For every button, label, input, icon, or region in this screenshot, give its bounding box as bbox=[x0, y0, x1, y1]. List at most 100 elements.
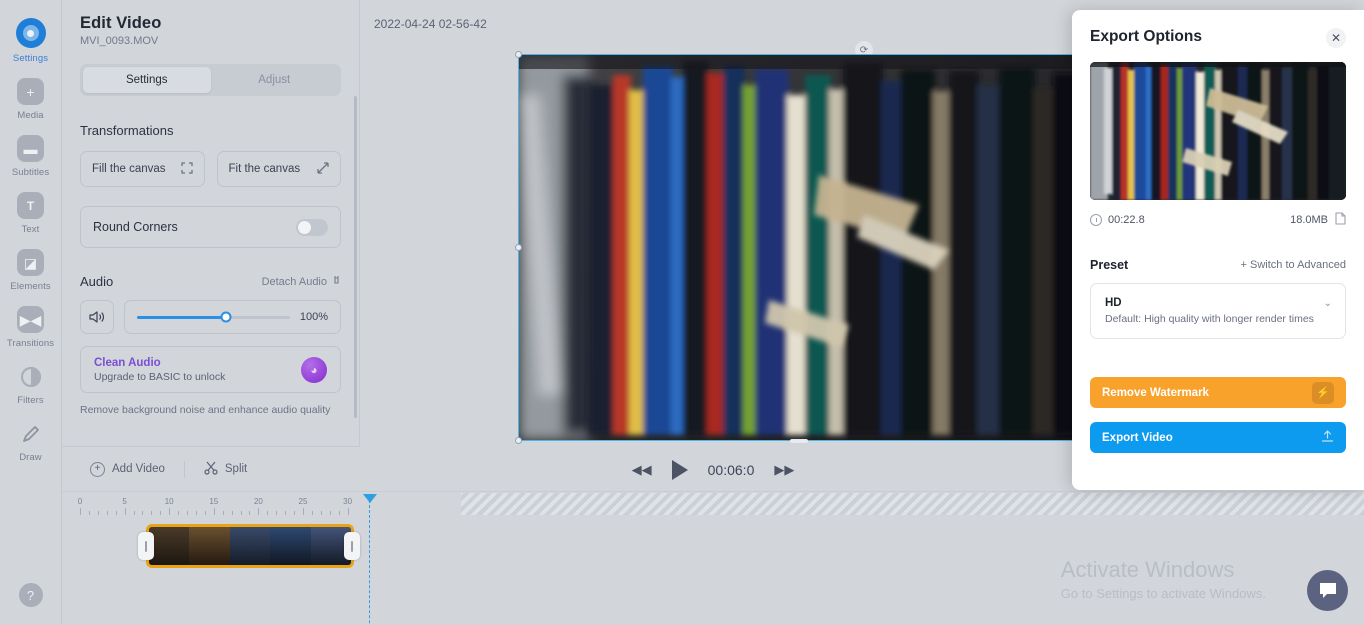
tab-adjust[interactable]: Adjust bbox=[211, 67, 339, 93]
speaker-icon[interactable] bbox=[80, 300, 114, 334]
rail-item-elements[interactable]: ◪ Elements bbox=[0, 249, 62, 292]
ruler-tick bbox=[267, 511, 269, 515]
rail-label: Elements bbox=[10, 281, 51, 292]
timeline-out-of-range bbox=[461, 493, 1364, 515]
resize-handle-bottom-left[interactable] bbox=[515, 437, 522, 444]
page-title: Edit Video bbox=[80, 14, 162, 32]
ruler-label: 10 bbox=[164, 497, 174, 506]
rail-item-transitions[interactable]: ▶◀ Transitions bbox=[0, 306, 62, 349]
ruler-tick bbox=[213, 508, 215, 515]
rail-item-text[interactable]: T Text bbox=[0, 192, 62, 235]
fill-canvas-label: Fill the canvas bbox=[92, 163, 166, 175]
ruler-tick bbox=[222, 511, 224, 515]
ruler-tick bbox=[249, 511, 251, 515]
rail-item-draw[interactable]: Draw bbox=[0, 420, 62, 463]
chevron-down-icon: ⌄ bbox=[1323, 298, 1332, 309]
filters-contrast-icon bbox=[17, 363, 44, 390]
clip-trim-handle-right[interactable] bbox=[344, 532, 360, 560]
text-t-icon: T bbox=[17, 192, 44, 219]
transitions-icon: ▶◀ bbox=[17, 306, 44, 333]
ruler-tick bbox=[151, 511, 153, 515]
switch-to-advanced-link[interactable]: + Switch to Advanced bbox=[1241, 259, 1346, 271]
video-selection-frame[interactable] bbox=[515, 51, 1083, 444]
left-icon-rail: Settings + Media ▬ Subtitles T Text ◪ El… bbox=[0, 0, 62, 625]
clean-audio-title: Clean Audio bbox=[94, 356, 161, 369]
clock-icon bbox=[1090, 214, 1102, 226]
play-icon[interactable] bbox=[671, 459, 688, 480]
properties-panel: Edit Video MVI_0093.MOV Settings Adjust … bbox=[62, 0, 360, 447]
playhead-cap[interactable] bbox=[363, 494, 378, 503]
ruler-tick bbox=[285, 511, 287, 515]
ruler-tick bbox=[169, 508, 171, 515]
file-name-label: MVI_0093.MOV bbox=[80, 35, 159, 47]
fill-canvas-button[interactable]: Fill the canvas bbox=[80, 151, 205, 187]
timeline-area: 051015202530 plus-icon bbox=[62, 493, 1364, 625]
chat-bubble-icon[interactable] bbox=[1307, 570, 1348, 611]
timeline-ruler[interactable]: 0 5 10 15 20 25 30 bbox=[62, 493, 1364, 515]
export-video-label: Export Video bbox=[1102, 431, 1173, 444]
ruler-tick bbox=[303, 508, 304, 515]
rail-item-filters[interactable]: Filters bbox=[0, 363, 62, 406]
ruler-tick bbox=[115, 511, 117, 515]
ruler-label: 15 bbox=[209, 497, 219, 506]
rail-item-subtitles[interactable]: ▬ Subtitles bbox=[0, 135, 62, 178]
close-icon[interactable]: ✕ bbox=[1326, 28, 1346, 48]
duration-value: 00:22.8 bbox=[1108, 214, 1145, 226]
timeline-playhead[interactable] bbox=[363, 494, 378, 625]
pencil-icon bbox=[17, 420, 44, 447]
rail-item-media[interactable]: + Media bbox=[0, 78, 62, 121]
scissors-icon bbox=[204, 461, 218, 478]
rail-label: Transitions bbox=[6, 338, 55, 349]
add-video-button[interactable]: + Add Video bbox=[90, 461, 165, 477]
volume-slider-fill bbox=[137, 315, 226, 319]
help-icon[interactable]: ? bbox=[18, 583, 43, 607]
ruler-tick bbox=[240, 511, 242, 515]
skip-back-icon[interactable]: ◀◀ bbox=[632, 462, 652, 478]
ruler-tick bbox=[133, 511, 135, 515]
export-video-button[interactable]: Export Video bbox=[1090, 422, 1346, 453]
detach-audio-button[interactable]: Detach Audio bbox=[262, 275, 341, 289]
preset-header: Preset + Switch to Advanced bbox=[1090, 258, 1346, 272]
rail-item-settings[interactable]: Settings bbox=[0, 18, 62, 64]
filesize-group: 18.0MB bbox=[1290, 212, 1346, 228]
skip-forward-icon[interactable]: ▶▶ bbox=[774, 462, 794, 478]
duration-group: 00:22.8 bbox=[1090, 214, 1145, 226]
fit-canvas-button[interactable]: Fit the canvas bbox=[216, 151, 341, 187]
panel-scrollbar[interactable] bbox=[354, 96, 357, 418]
rail-label: Draw bbox=[19, 452, 42, 463]
add-video-label: Add Video bbox=[112, 463, 165, 475]
timeline-clip[interactable] bbox=[146, 524, 354, 568]
export-thumbnail-image bbox=[1090, 62, 1346, 200]
resize-handle-bottom-center[interactable] bbox=[790, 439, 808, 443]
video-frame-image bbox=[519, 55, 1079, 440]
ruler-tick bbox=[195, 511, 197, 515]
panel-tabs: Settings Adjust bbox=[80, 64, 341, 96]
ruler-tick bbox=[258, 508, 260, 515]
resize-handle-top-left[interactable] bbox=[515, 51, 522, 58]
export-meta: 00:22.8 18.0MB bbox=[1090, 212, 1346, 228]
transformations-row: Fill the canvas Fit the canvas bbox=[80, 151, 341, 187]
ruler-tick bbox=[329, 511, 331, 515]
ruler-tick bbox=[160, 511, 162, 515]
clean-audio-hint: Remove background noise and enhance audi… bbox=[80, 404, 331, 416]
clip-trim-handle-left[interactable] bbox=[138, 532, 154, 560]
volume-slider-knob[interactable] bbox=[220, 311, 232, 323]
rail-label: Text bbox=[21, 224, 40, 235]
fit-canvas-label: Fit the canvas bbox=[228, 163, 301, 175]
ruler-tick bbox=[88, 511, 90, 515]
volume-slider[interactable] bbox=[137, 311, 290, 323]
round-corners-toggle[interactable] bbox=[296, 218, 328, 236]
volume-value: 100% bbox=[299, 311, 328, 323]
remove-watermark-button[interactable]: Remove Watermark ⚡ bbox=[1090, 377, 1346, 408]
ruler-tick bbox=[80, 508, 81, 515]
clean-audio-card[interactable]: Clean Audio Upgrade to BASIC to unlock ◕ bbox=[80, 346, 341, 393]
elements-note-icon: ◪ bbox=[17, 249, 44, 276]
current-time: 00:06:0 bbox=[707, 461, 755, 478]
diagonal-arrows-icon bbox=[317, 161, 329, 177]
split-button[interactable]: Split bbox=[204, 461, 247, 478]
round-corners-row: Round Corners bbox=[80, 206, 341, 248]
resize-handle-mid-left[interactable] bbox=[515, 243, 522, 251]
ruler-label: 5 bbox=[122, 497, 127, 506]
preset-select[interactable]: HD Default: High quality with longer ren… bbox=[1090, 283, 1346, 339]
tab-settings[interactable]: Settings bbox=[83, 67, 211, 93]
